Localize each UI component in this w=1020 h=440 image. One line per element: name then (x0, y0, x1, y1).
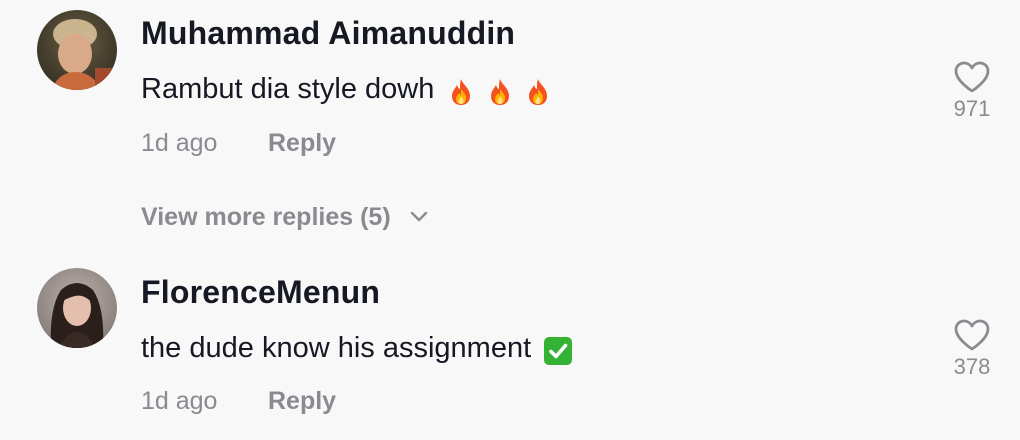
check-mark-emoji (543, 336, 573, 369)
avatar[interactable] (37, 268, 117, 348)
comment-text: Rambut dia style dowh (141, 73, 553, 110)
like-button[interactable]: 971 (940, 60, 1004, 122)
comment-username[interactable]: Muhammad Aimanuddin (141, 15, 515, 52)
comment-meta: 1d ago Reply (141, 387, 336, 416)
reply-button[interactable]: Reply (268, 129, 336, 158)
avatar[interactable] (37, 10, 117, 90)
comment-meta: 1d ago Reply (141, 129, 336, 158)
comment-timestamp: 1d ago (141, 387, 218, 415)
comment-text-content: the dude know his assignment (141, 332, 532, 364)
fire-emoji (446, 77, 552, 110)
comment-text: the dude know his assignment (141, 332, 573, 369)
like-button[interactable]: 378 (940, 318, 1004, 380)
like-count: 971 (953, 96, 991, 121)
comment-text-content: Rambut dia style dowh (141, 73, 435, 105)
heart-outline-icon (940, 318, 1004, 352)
heart-outline-icon (940, 60, 1004, 94)
view-more-replies-button[interactable]: View more replies (5) (141, 201, 428, 232)
view-more-replies-label: View more replies (5) (141, 203, 391, 231)
reply-button[interactable]: Reply (268, 387, 336, 416)
chevron-down-icon (410, 201, 428, 230)
comment-timestamp: 1d ago (141, 129, 218, 157)
comment-username[interactable]: FlorenceMenun (141, 274, 380, 311)
like-count: 378 (953, 354, 991, 379)
